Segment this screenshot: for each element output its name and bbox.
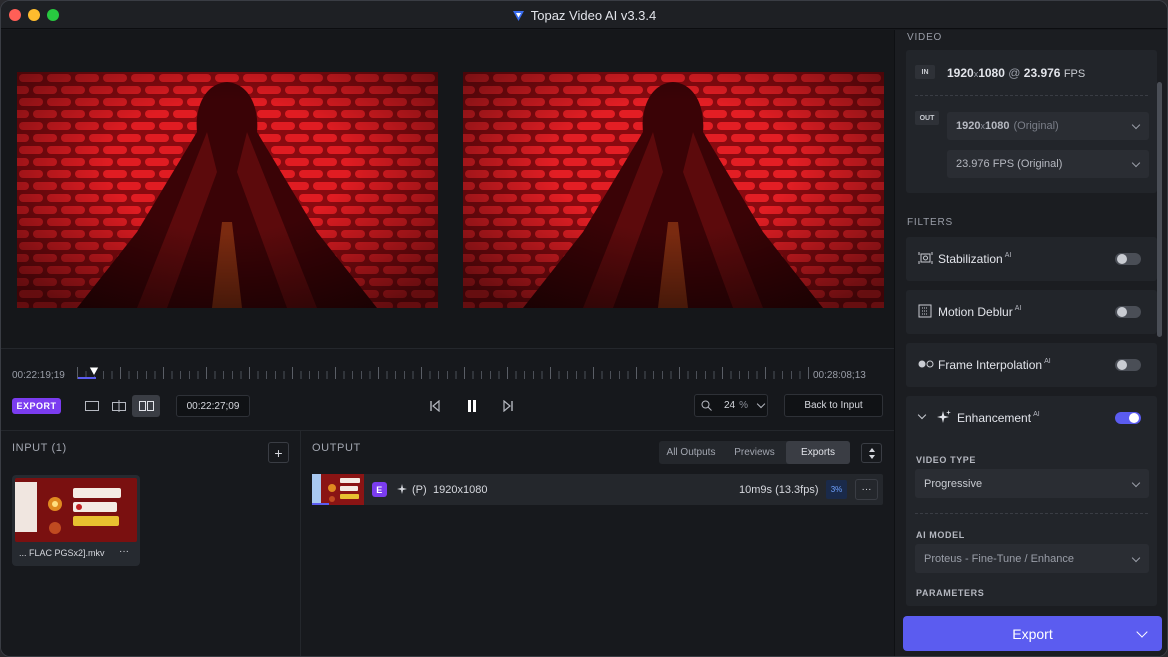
app-window: Topaz Video AI v3.3.4 00:22:19;19 00:28:… <box>0 0 1168 657</box>
timeline-end-timecode: 00:28:08;13 <box>813 370 866 381</box>
video-card-divider <box>915 95 1148 96</box>
chevron-down-icon <box>756 399 766 408</box>
input-panel: INPUT (1) + ... FLAC PGSx2].mkv ··· <box>1 430 301 656</box>
output-tabs: All Outputs Previews Exports <box>659 441 850 464</box>
parameters-label: PARAMETERS <box>916 588 985 598</box>
add-input-button[interactable]: + <box>268 442 289 463</box>
export-button-label: Export <box>1012 625 1053 642</box>
motion-deblur-label: Motion Deblur AI <box>938 305 1022 319</box>
zoom-magnifier-icon <box>701 400 712 411</box>
ai-model-select[interactable]: Proteus - Fine-Tune / Enhance <box>915 544 1149 573</box>
output-fps-select[interactable]: 23.976 FPS (Original) <box>947 150 1149 178</box>
export-mode: (P) <box>412 484 427 496</box>
chevron-down-icon[interactable] <box>917 410 927 420</box>
settings-sidebar: VIDEO IN 1920x1080 @ 23.976 FPS OUT 1920… <box>894 30 1167 656</box>
input-file-name: ... FLAC PGSx2].mkv <box>19 548 105 558</box>
filter-motion-deblur[interactable]: Motion Deblur AI <box>906 290 1157 334</box>
pause-icon[interactable] <box>463 397 481 415</box>
single-view-icon[interactable] <box>81 396 103 416</box>
step-forward-icon[interactable] <box>499 397 517 415</box>
export-row-more-button[interactable]: ··· <box>855 479 878 500</box>
sidebar-scrollbar[interactable] <box>1157 82 1162 337</box>
zoom-value: 24 <box>724 400 736 411</box>
input-file-card[interactable]: ... FLAC PGSx2].mkv ··· <box>12 475 140 566</box>
ai-model-label: AI MODEL <box>916 530 965 540</box>
export-row[interactable]: E (P) 1920x1080 10m9s (13.3fps) 3% ··· <box>312 474 883 505</box>
chevron-down-icon <box>1131 120 1141 130</box>
stabilization-toggle[interactable] <box>1115 253 1141 265</box>
output-panel: OUTPUT All Outputs Previews Exports E (P… <box>301 430 894 656</box>
chevron-down-icon[interactable] <box>1136 626 1148 638</box>
input-panel-title: INPUT (1) <box>12 442 67 454</box>
export-footer: Export <box>895 606 1167 656</box>
enhancement-label: Enhancement AI <box>957 411 1040 425</box>
window-title: Topaz Video AI v3.3.4 <box>1 8 1167 23</box>
preview-viewer[interactable] <box>1 30 894 348</box>
sort-icon[interactable] <box>861 443 882 463</box>
zoom-unit: % <box>739 400 749 411</box>
frame-interpolation-icon <box>918 358 934 372</box>
video-section-header: VIDEO <box>907 32 943 43</box>
export-mode-badge[interactable]: EXPORT <box>12 398 61 414</box>
export-progress-percent: 3% <box>826 480 847 499</box>
export-progress-bar <box>312 503 329 505</box>
filter-stabilization[interactable]: Stabilization AI <box>906 237 1157 281</box>
export-badge: E <box>372 482 387 497</box>
input-tag: IN <box>915 65 935 79</box>
stabilization-label: Stabilization AI <box>938 252 1012 266</box>
input-frame <box>17 72 438 308</box>
chevron-down-icon <box>1131 553 1141 562</box>
video-type-select[interactable]: Progressive <box>915 469 1149 498</box>
video-type-label: VIDEO TYPE <box>916 455 977 465</box>
chevron-down-icon <box>1131 478 1141 487</box>
frame-interpolation-toggle[interactable] <box>1115 359 1141 371</box>
window-title-text: Topaz Video AI v3.3.4 <box>530 8 657 23</box>
timeline-ruler-major <box>77 367 809 379</box>
side-by-side-view-icon[interactable] <box>132 395 160 417</box>
zoom-select[interactable]: 24 % <box>694 394 768 417</box>
enhancement-toggle[interactable] <box>1115 412 1141 424</box>
motion-deblur-toggle[interactable] <box>1115 306 1141 318</box>
input-thumbnail <box>15 478 137 542</box>
filter-frame-interpolation[interactable]: Frame Interpolation AI <box>906 343 1157 387</box>
split-view-icon[interactable] <box>108 396 130 416</box>
enhancement-sparkle-icon <box>937 410 951 427</box>
output-tag: OUT <box>915 111 939 125</box>
title-bar: Topaz Video AI v3.3.4 <box>1 1 1167 29</box>
playhead-handle[interactable] <box>88 366 100 378</box>
topaz-logo-icon <box>512 9 525 22</box>
current-timecode-field[interactable]: 00:22:27;09 <box>176 395 250 417</box>
input-specs: 1920x1080 @ 23.976 FPS <box>947 66 1086 80</box>
timeline-bar: 00:22:19;19 00:28:08;13 EXPORT 00:22:27;… <box>1 348 894 430</box>
export-button[interactable]: Export <box>903 616 1162 651</box>
chevron-down-icon <box>1131 158 1141 168</box>
output-panel-title: OUTPUT <box>312 442 361 454</box>
stabilization-icon <box>918 251 933 268</box>
export-resolution: 1920x1080 <box>433 484 488 496</box>
timeline-start-timecode: 00:22:19;19 <box>12 370 65 381</box>
enhance-sparkle-icon <box>397 484 408 495</box>
enhancement-divider <box>915 513 1148 514</box>
frame-interpolation-label: Frame Interpolation AI <box>938 358 1051 372</box>
tab-all-outputs[interactable]: All Outputs <box>659 441 723 464</box>
filter-enhancement: Enhancement AI VIDEO TYPE Progressive AI … <box>906 396 1157 606</box>
step-back-icon[interactable] <box>426 397 444 415</box>
input-file-more-button[interactable]: ··· <box>119 546 129 557</box>
tab-previews[interactable]: Previews <box>723 441 786 464</box>
export-time-remaining: 10m9s (13.3fps) <box>739 484 819 496</box>
video-card: IN 1920x1080 @ 23.976 FPS OUT 1920 x 1080 … <box>906 50 1157 193</box>
export-row-thumbnail <box>312 474 364 505</box>
back-to-input-button[interactable]: Back to Input <box>784 394 883 417</box>
output-frame <box>463 72 884 308</box>
tab-exports[interactable]: Exports <box>786 441 850 464</box>
motion-deblur-icon <box>918 304 932 321</box>
filters-section-header: FILTERS <box>907 217 953 228</box>
output-resolution-select[interactable]: 1920 x 1080 (Original) <box>947 112 1149 140</box>
